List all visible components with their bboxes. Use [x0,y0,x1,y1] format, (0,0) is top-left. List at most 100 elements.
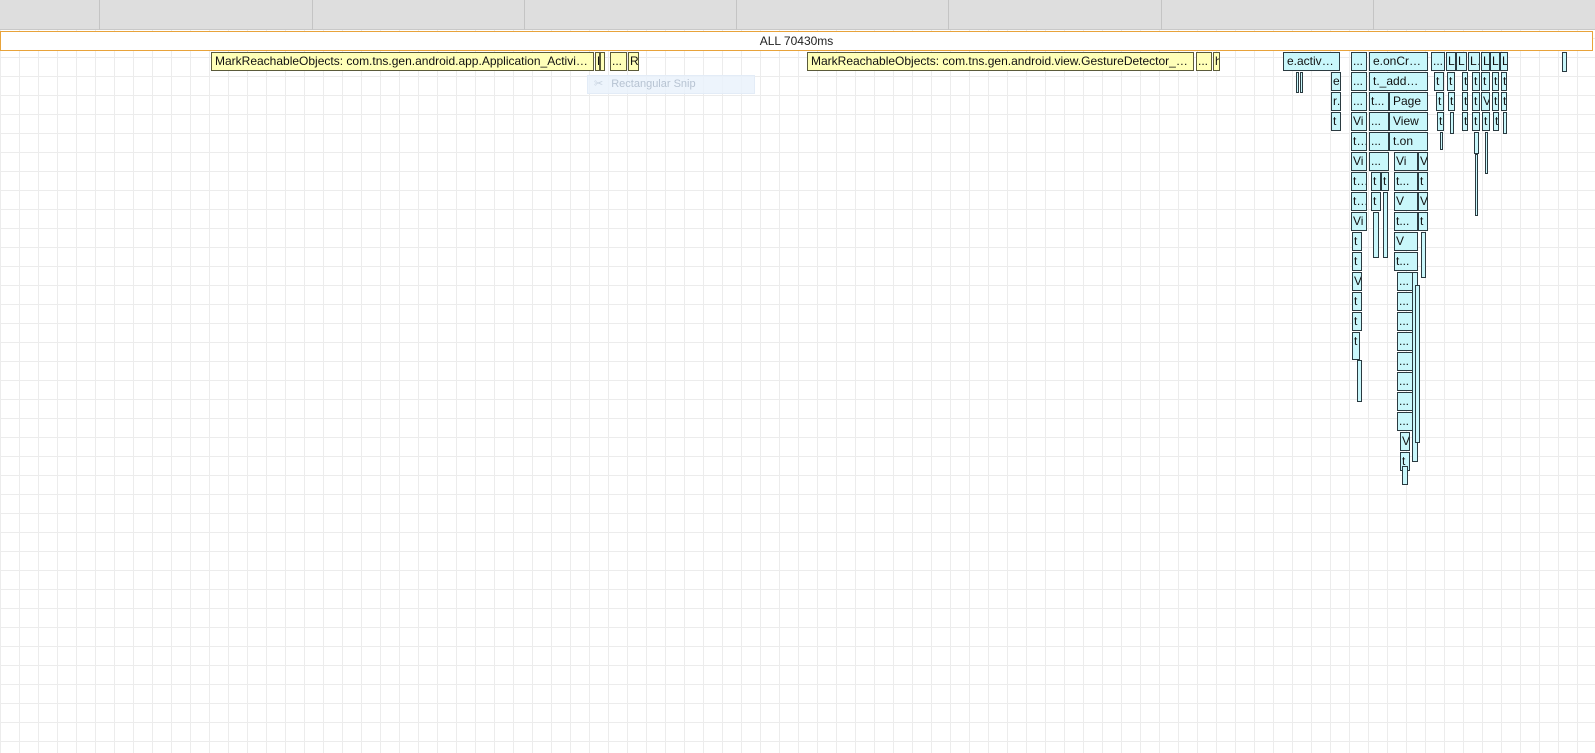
frame-t[interactable]: t [1437,112,1444,131]
frame-v[interactable]: V [1352,272,1362,291]
frame-t[interactable]: t [1493,112,1499,131]
frame-ton[interactable]: t.on [1389,132,1428,151]
frame-l[interactable]: L [1500,52,1508,71]
frame-t[interactable]: t [1492,92,1499,111]
frame-mark-reachable-gesture[interactable]: MarkReachableObjects: com.tns.gen.androi… [807,52,1194,71]
frame-thin[interactable] [1421,232,1426,278]
frame-thin[interactable] [1296,72,1299,93]
frame-l[interactable]: L [1446,52,1456,71]
frame-v[interactable]: V [1481,92,1490,111]
frame-small[interactable] [600,52,605,71]
frame-vi[interactable]: Vi [1394,152,1418,171]
frame-thin[interactable] [1402,466,1408,485]
frame-thin[interactable] [1562,52,1567,72]
frame-dots[interactable]: ... [1351,52,1367,71]
frame-view[interactable]: View [1389,112,1428,131]
frame-t[interactable]: t [1501,72,1507,91]
scissors-icon: ✂ [594,78,604,90]
frame-tdots[interactable]: t... [1394,172,1418,191]
frame-thin[interactable] [1440,132,1443,150]
frame-t[interactable]: t [1371,192,1381,211]
frame-t[interactable]: t [1352,252,1362,271]
frame-thin[interactable] [1383,192,1388,258]
frame-l[interactable]: L [1481,52,1490,71]
frame-small[interactable]: ... [1196,52,1212,71]
frame-t[interactable]: t [1481,72,1490,91]
frame-thin[interactable] [1475,154,1478,216]
frame-r[interactable]: r. [1331,92,1341,111]
frame-v[interactable]: V [1394,232,1418,251]
frame-dots[interactable]: ... [1369,152,1389,171]
frame-v[interactable]: V [1400,432,1410,451]
frame-t[interactable]: t [1472,92,1480,111]
frame-dots[interactable]: ... [1431,52,1445,71]
frame-dots[interactable]: ... [1351,72,1367,91]
frame-thin[interactable] [1300,72,1303,93]
frame-t[interactable]: t [1472,112,1480,131]
frame-vi[interactable]: Vi [1351,112,1367,131]
ruler-tick [524,0,525,30]
frame-t[interactable]: t [1352,232,1362,251]
frame-li[interactable]: Li [1468,52,1480,71]
frame-vi[interactable]: Vi [1351,152,1367,171]
frame-e[interactable]: e [1331,72,1341,91]
ruler-tick [1373,0,1374,30]
frame-thin[interactable] [1503,112,1507,134]
ruler-tick [736,0,737,30]
frame-oncreate[interactable]: e.onCreate [1369,52,1428,71]
frame-small[interactable]: h [1213,52,1220,71]
frame-activate[interactable]: e.activate [1283,52,1340,71]
frame-li[interactable]: Li [1456,52,1467,71]
frame-t[interactable]: t [1352,312,1362,331]
frame-t[interactable]: t [1501,92,1507,111]
frame-t[interactable]: t [1482,112,1490,131]
frame-v[interactable]: V [1418,152,1428,171]
frame-t[interactable]: t [1352,332,1360,360]
frame-t[interactable]: t [1447,72,1455,91]
frame-thin[interactable] [1357,360,1362,402]
frame-tdots[interactable]: t... [1394,212,1418,231]
ruler-tick [1161,0,1162,30]
frame-page[interactable]: Page [1389,92,1428,111]
frame-t[interactable]: t [1381,172,1389,191]
frame-addview[interactable]: t._addView [1369,72,1428,91]
frame-t[interactable]: t [1418,172,1428,191]
frame-tc[interactable]: t.c [1351,192,1367,211]
timeline-ruler[interactable] [0,0,1595,30]
frame-t[interactable]: t [1434,72,1444,91]
frame-thin[interactable] [1485,132,1488,174]
snip-label: Rectangular Snip [611,78,696,90]
frame-t[interactable]: t [1418,212,1428,231]
frame-t[interactable]: t [1462,112,1468,131]
frame-thin[interactable] [1415,285,1420,443]
frame-t[interactable]: t [1492,72,1499,91]
rectangular-snip-toolbar[interactable]: ✂ Rectangular Snip [587,75,755,94]
root-frame-all[interactable]: ALL 70430ms [0,31,1593,51]
frame-v[interactable]: V [1418,192,1428,211]
frame-tdots[interactable]: t... [1394,252,1418,271]
frame-t[interactable]: t [1462,72,1468,91]
frame-mark-reachable-activity[interactable]: MarkReachableObjects: com.tns.gen.androi… [211,52,594,71]
frame-v[interactable]: V [1394,192,1418,211]
frame-thin[interactable] [1450,112,1454,134]
frame-dots[interactable]: ... [1351,92,1367,111]
frame-t[interactable]: t [1331,112,1341,131]
frame-small[interactable]: R [628,52,639,71]
frame-t[interactable]: t [1462,92,1468,111]
frame-thin[interactable] [1373,212,1379,258]
flame-graph-canvas[interactable]: ALL 70430ms MarkReachableObjects: com.tn… [0,0,1595,753]
frame-l[interactable]: L [1490,52,1500,71]
frame-t[interactable]: t [1472,72,1480,91]
frame-dots[interactable]: ... [1369,132,1389,151]
frame-dots[interactable]: ... [1369,112,1389,131]
frame-thin[interactable] [1474,132,1479,154]
frame-t[interactable]: t [1371,172,1381,191]
frame-small[interactable]: ... [610,52,627,71]
frame-t[interactable]: t [1436,92,1444,111]
frame-tc[interactable]: t.c [1351,172,1367,191]
frame-t[interactable]: t [1448,92,1455,111]
frame-t[interactable]: t [1352,292,1362,311]
frame-tc[interactable]: t.c [1351,132,1367,151]
frame-vi[interactable]: Vi [1351,212,1367,231]
frame-tdots[interactable]: t... [1369,92,1389,111]
